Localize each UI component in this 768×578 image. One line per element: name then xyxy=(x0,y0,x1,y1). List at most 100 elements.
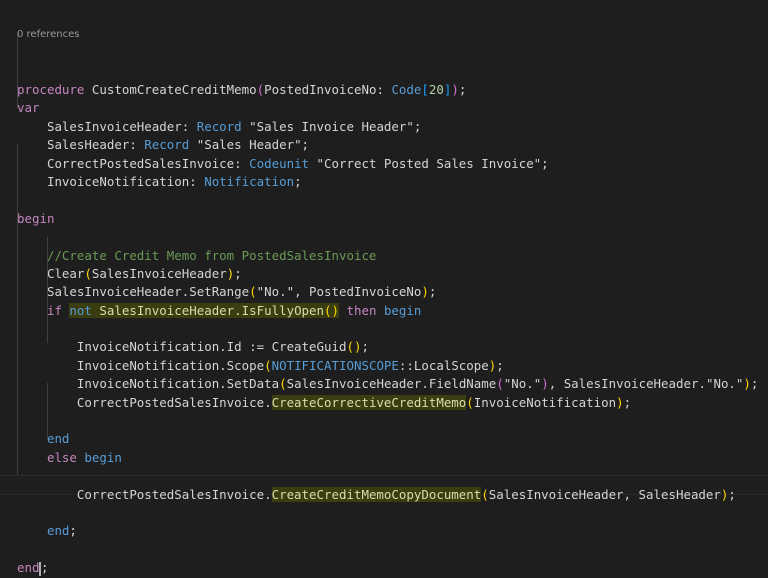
code-line[interactable] xyxy=(17,541,768,559)
code-token: ) xyxy=(541,376,549,392)
code-token: ( xyxy=(496,376,504,392)
code-token: () xyxy=(324,302,339,318)
codelens-references[interactable]: 0 references xyxy=(17,26,768,44)
code-token: ::LocalScope xyxy=(398,357,489,373)
code-line[interactable]: InvoiceNotification.SetData(SalesInvoice… xyxy=(17,375,768,393)
code-token: then xyxy=(339,302,384,318)
code-token: Codeunit xyxy=(249,155,310,171)
code-token: if xyxy=(17,302,70,318)
code-line[interactable]: InvoiceNotification.Scope(NOTIFICATIONSC… xyxy=(17,357,768,375)
code-token: PostedInvoiceNo: xyxy=(264,82,392,98)
code-token: ; xyxy=(428,284,437,300)
code-token: Notification xyxy=(204,173,295,189)
code-token: ; xyxy=(458,82,467,98)
code-token: SalesInvoiceHeader, SalesHeader xyxy=(488,486,721,502)
code-token: begin xyxy=(383,302,422,318)
code-token: ( xyxy=(279,376,287,392)
code-line[interactable]: SalesHeader: Record "Sales Header"; xyxy=(17,136,768,154)
code-token: ; xyxy=(234,265,242,281)
code-token: ( xyxy=(481,486,489,502)
code-token: Code xyxy=(391,82,422,98)
code-line[interactable]: InvoiceNotification: Notification; xyxy=(17,173,768,191)
code-token: var xyxy=(17,100,40,116)
code-token: CreateCreditMemoCopyDocument xyxy=(271,486,482,502)
code-token: "No." xyxy=(503,376,542,392)
code-line[interactable]: CorrectPostedSalesInvoice.CreateCreditMe… xyxy=(17,486,768,504)
code-token: "Sales Invoice Header"; xyxy=(241,118,422,134)
code-token: procedure xyxy=(17,82,92,98)
code-token: end xyxy=(17,431,70,447)
code-token: end xyxy=(17,560,40,576)
code-line[interactable] xyxy=(17,191,768,209)
code-line[interactable]: end; xyxy=(17,559,768,577)
code-token: "No.", PostedInvoiceNo xyxy=(256,284,422,300)
code-line[interactable]: else begin xyxy=(17,449,768,467)
code-token: SalesHeader: xyxy=(17,137,145,153)
code-token: () xyxy=(346,339,362,355)
code-token: else xyxy=(17,449,85,465)
code-line[interactable]: SalesInvoiceHeader: Record "Sales Invoic… xyxy=(17,118,768,136)
code-token: SalesInvoiceHeader xyxy=(91,265,227,281)
code-token: CorrectPostedSalesInvoice. xyxy=(17,394,272,410)
code-editor[interactable]: 0 references procedure CustomCreateCredi… xyxy=(0,0,768,578)
code-token: InvoiceNotification.SetData xyxy=(17,376,280,392)
code-token: InvoiceNotification xyxy=(473,394,617,410)
code-token: "Sales Header"; xyxy=(189,137,310,153)
code-content[interactable]: 0 references procedure CustomCreateCredi… xyxy=(17,0,768,578)
code-token: [ xyxy=(421,82,429,98)
code-token: CorrectPostedSalesInvoice. xyxy=(17,486,272,502)
code-token: ; xyxy=(750,376,759,392)
code-line[interactable]: begin xyxy=(17,210,768,228)
code-token: ) xyxy=(743,376,751,392)
code-token: ; xyxy=(361,339,369,355)
code-token: InvoiceNotification.Id := CreateGuid xyxy=(17,339,347,355)
code-token: ( xyxy=(264,357,272,373)
code-line[interactable]: procedure CustomCreateCreditMemo(PostedI… xyxy=(17,81,768,99)
code-token: ) xyxy=(451,82,459,98)
code-token: Record xyxy=(144,137,190,153)
code-token: , SalesInvoiceHeader."No." xyxy=(548,376,744,392)
code-line[interactable]: var xyxy=(17,99,768,117)
code-token: ; xyxy=(623,394,632,410)
code-token: CreateCorrectiveCreditMemo xyxy=(271,394,467,410)
code-token: ) xyxy=(421,284,429,300)
code-token: CorrectPostedSalesInvoice: xyxy=(17,155,250,171)
code-token: NOTIFICATIONSCOPE xyxy=(271,357,399,373)
code-line[interactable] xyxy=(17,467,768,485)
code-line[interactable] xyxy=(17,504,768,522)
code-line[interactable]: SalesInvoiceHeader.SetRange("No.", Poste… xyxy=(17,283,768,301)
code-line[interactable]: Clear(SalesInvoiceHeader); xyxy=(17,265,768,283)
code-line[interactable]: end; xyxy=(17,522,768,540)
code-line[interactable]: CorrectPostedSalesInvoice: Codeunit "Cor… xyxy=(17,155,768,173)
code-line[interactable] xyxy=(17,412,768,430)
code-token: CustomCreateCreditMemo xyxy=(91,82,257,98)
code-token: InvoiceNotification: xyxy=(17,173,205,189)
code-line[interactable]: if not SalesInvoiceHeader.IsFullyOpen() … xyxy=(17,302,768,320)
code-token: InvoiceNotification.Scope xyxy=(17,357,265,373)
code-token: Clear xyxy=(17,265,85,281)
code-line[interactable]: //Create Credit Memo from PostedSalesInv… xyxy=(17,247,768,265)
code-line[interactable]: InvoiceNotification.Id := CreateGuid(); xyxy=(17,338,768,356)
code-token: end xyxy=(17,523,70,539)
code-token: Record xyxy=(196,118,242,134)
code-token: "Correct Posted Sales Invoice"; xyxy=(309,155,549,171)
code-token: SalesInvoiceHeader.FieldName xyxy=(286,376,497,392)
code-token: ( xyxy=(466,394,474,410)
code-token: ; xyxy=(728,486,736,502)
code-token: ; xyxy=(69,523,77,539)
code-token: begin xyxy=(17,210,55,226)
code-token: ( xyxy=(249,284,257,300)
code-token: 20 xyxy=(428,82,444,98)
code-token: ; xyxy=(496,357,504,373)
code-line[interactable]: CorrectPostedSalesInvoice.CreateCorrecti… xyxy=(17,394,768,412)
code-token: begin xyxy=(84,449,122,465)
code-token: SalesInvoiceHeader.SetRange xyxy=(17,284,250,300)
code-token: SalesInvoiceHeader: xyxy=(17,118,197,134)
code-line[interactable] xyxy=(17,320,768,338)
code-token: ) xyxy=(616,394,624,410)
code-token: ; xyxy=(294,173,302,189)
code-line[interactable] xyxy=(17,228,768,246)
code-token: ; xyxy=(40,560,49,576)
code-token: SalesInvoiceHeader.IsFullyOpen xyxy=(99,302,325,318)
code-line[interactable]: end xyxy=(17,430,768,448)
